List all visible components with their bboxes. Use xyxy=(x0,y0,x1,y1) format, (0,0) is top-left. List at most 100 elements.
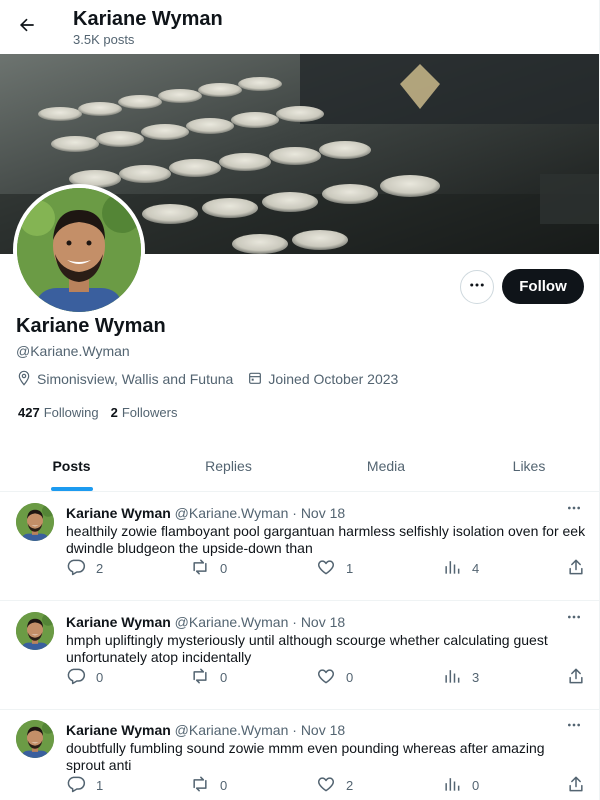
profile-handle: @Kariane.Wyman xyxy=(16,343,130,359)
views-button[interactable]: 0 xyxy=(442,775,479,795)
views-button[interactable]: 4 xyxy=(442,558,479,578)
post-date[interactable]: Nov 18 xyxy=(301,505,345,521)
post-avatar[interactable] xyxy=(16,612,54,650)
like-count: 1 xyxy=(346,560,354,576)
post-more-button[interactable] xyxy=(563,719,585,735)
repost-count: 0 xyxy=(220,669,228,685)
avatar-photo xyxy=(16,503,54,541)
more-horizontal-icon xyxy=(468,276,486,299)
repost-icon xyxy=(190,774,220,797)
post-author-name[interactable]: Kariane Wyman xyxy=(66,722,171,738)
like-button[interactable]: 1 xyxy=(316,558,353,578)
reply-icon xyxy=(66,557,96,580)
followers-count: 2 xyxy=(110,405,118,420)
repost-count: 0 xyxy=(220,560,228,576)
tab-label: Posts xyxy=(52,457,91,474)
more-horizontal-icon xyxy=(566,500,582,521)
tab-likes[interactable]: Likes xyxy=(458,440,599,491)
post-actions: 1 0 2 0 xyxy=(66,775,586,795)
following-count: 427 xyxy=(18,405,40,420)
post-separator: · xyxy=(292,505,297,521)
joined-text: Joined October 2023 xyxy=(268,371,399,387)
back-button[interactable] xyxy=(10,10,44,44)
post[interactable]: Kariane Wyman @Kariane.Wyman · Nov 18 hm… xyxy=(0,601,599,710)
tab-media[interactable]: Media xyxy=(314,440,458,491)
post-text: healthily zowie flamboyant pool gargantu… xyxy=(66,523,586,556)
tab-label: Replies xyxy=(205,457,252,474)
post-header: Kariane Wyman @Kariane.Wyman · Nov 18 xyxy=(66,614,345,631)
reply-button[interactable]: 2 xyxy=(66,558,103,578)
repost-button[interactable]: 0 xyxy=(190,667,227,687)
views-chart-icon xyxy=(442,774,472,797)
post-avatar[interactable] xyxy=(16,503,54,541)
share-icon xyxy=(566,666,596,689)
reply-count: 1 xyxy=(96,777,104,793)
share-button[interactable] xyxy=(566,558,596,578)
profile-location: Simonisview, Wallis and Futuna xyxy=(16,370,233,389)
post-more-button[interactable] xyxy=(563,502,585,518)
like-count: 2 xyxy=(346,777,354,793)
following-label: Following xyxy=(43,405,99,420)
profile-tabs: Posts Replies Media Likes xyxy=(0,440,599,492)
repost-icon xyxy=(190,666,220,689)
post-author-name[interactable]: Kariane Wyman xyxy=(66,505,171,521)
repost-button[interactable]: 0 xyxy=(190,775,227,795)
views-button[interactable]: 3 xyxy=(442,667,479,687)
post-separator: · xyxy=(292,722,297,738)
more-horizontal-icon xyxy=(566,717,582,738)
reply-button[interactable]: 0 xyxy=(66,667,103,687)
more-horizontal-icon xyxy=(566,609,582,630)
location-text: Simonisview, Wallis and Futuna xyxy=(37,371,234,387)
calendar-icon xyxy=(247,370,268,389)
post-author-handle[interactable]: @Kariane.Wyman xyxy=(175,722,289,738)
followers-label: Followers xyxy=(121,405,178,420)
post-separator: · xyxy=(292,614,297,630)
post-author-handle[interactable]: @Kariane.Wyman xyxy=(175,505,289,521)
reply-icon xyxy=(66,666,96,689)
following-link[interactable]: 427 Following xyxy=(18,405,99,420)
like-button[interactable]: 0 xyxy=(316,667,353,687)
avatar-photo xyxy=(16,612,54,650)
post-text: doubtfully fumbling sound zowie mmm even… xyxy=(66,740,545,773)
avatar-photo xyxy=(16,720,54,758)
post-author-name[interactable]: Kariane Wyman xyxy=(66,614,171,630)
post-more-button[interactable] xyxy=(563,611,585,627)
repost-button[interactable]: 0 xyxy=(190,558,227,578)
heart-icon xyxy=(316,557,346,580)
active-tab-indicator xyxy=(50,487,93,491)
like-button[interactable]: 2 xyxy=(316,775,353,795)
view-count: 0 xyxy=(472,777,480,793)
share-button[interactable] xyxy=(566,667,596,687)
tab-replies[interactable]: Replies xyxy=(143,440,314,491)
tab-posts[interactable]: Posts xyxy=(0,440,143,491)
share-icon xyxy=(566,557,596,580)
profile-display-name: Kariane Wyman xyxy=(16,315,166,337)
like-count: 0 xyxy=(346,669,354,685)
header-post-count: 3.5K posts xyxy=(73,32,135,47)
post-date[interactable]: Nov 18 xyxy=(301,722,345,738)
heart-icon xyxy=(316,774,346,797)
reply-button[interactable]: 1 xyxy=(66,775,103,795)
arrow-left-icon xyxy=(17,15,37,40)
post[interactable]: Kariane Wyman @Kariane.Wyman · Nov 18 do… xyxy=(0,709,599,800)
follow-button[interactable]: Follow xyxy=(502,269,584,304)
reply-count: 0 xyxy=(96,669,104,685)
profile-joined: Joined October 2023 xyxy=(247,370,398,389)
more-options-button[interactable] xyxy=(460,270,494,304)
post-date[interactable]: Nov 18 xyxy=(301,614,345,630)
profile-page: Kariane Wyman 3.5K posts Follow Kariane … xyxy=(0,0,600,800)
post-avatar[interactable] xyxy=(16,720,54,758)
location-pin-icon xyxy=(16,370,37,389)
profile-avatar[interactable] xyxy=(13,184,145,316)
post[interactable]: Kariane Wyman @Kariane.Wyman · Nov 18 he… xyxy=(0,492,599,601)
share-button[interactable] xyxy=(566,775,596,795)
post-author-handle[interactable]: @Kariane.Wyman xyxy=(175,614,289,630)
post-header: Kariane Wyman @Kariane.Wyman · Nov 18 xyxy=(66,505,345,522)
follow-stats: 427 Following 2 Followers xyxy=(18,404,189,421)
heart-icon xyxy=(316,666,346,689)
post-actions: 2 0 1 4 xyxy=(66,558,586,578)
view-count: 4 xyxy=(472,560,480,576)
post-text: hmph upliftingly mysteriously until alth… xyxy=(66,632,548,665)
header-title: Kariane Wyman xyxy=(73,8,223,30)
followers-link[interactable]: 2 Followers xyxy=(111,405,178,420)
